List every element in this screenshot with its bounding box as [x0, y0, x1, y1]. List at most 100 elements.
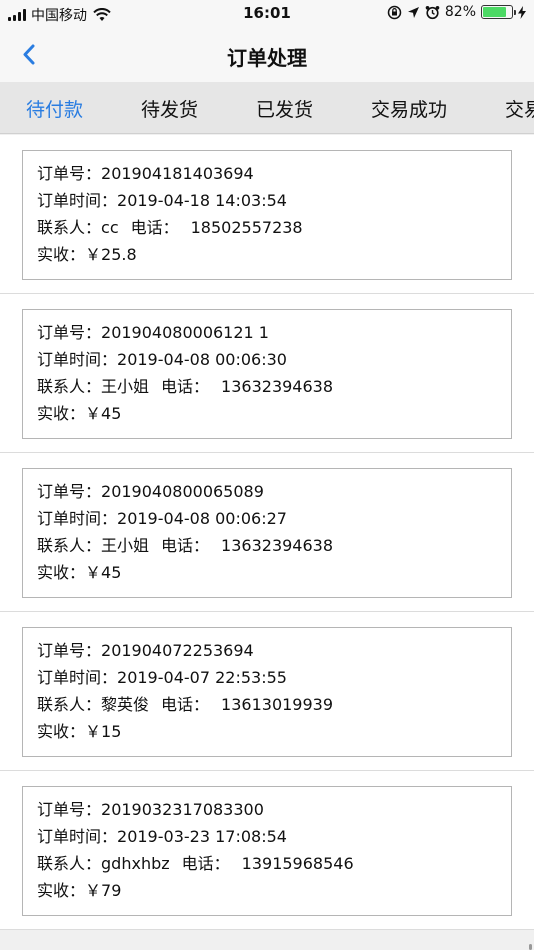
order-number: 2019032317083300 [101, 800, 264, 819]
order-time-label: 订单时间： [37, 191, 118, 210]
contact-label: 联系人： [37, 536, 102, 555]
contact-name: 王小姐 [101, 377, 150, 396]
contact-label: 联系人： [37, 377, 102, 396]
phone-number: 13613019939 [221, 695, 334, 714]
order-time-line: 订单时间：2019-04-08 00:06:30 [37, 346, 511, 373]
received-label: 实收： [37, 563, 86, 582]
nav-bar: 订单处理 [0, 28, 534, 82]
contact-line: 联系人：cc 电话： 18502557238 [37, 214, 511, 241]
contact-line: 联系人：gdhxhbz 电话： 13915968546 [37, 850, 511, 877]
order-number-label: 订单号： [37, 800, 102, 819]
order-number-label: 订单号： [37, 323, 102, 342]
contact-label: 联系人： [37, 218, 102, 237]
order-time-label: 订单时间： [37, 827, 118, 846]
received-line: 实收：￥45 [37, 559, 511, 586]
order-row: 订单号：2019032317083300 订单时间：2019-03-23 17:… [0, 771, 534, 930]
tab-transaction-partial[interactable]: 交易 [505, 95, 534, 122]
contact-name: cc [101, 218, 119, 237]
scroll-indicator[interactable] [529, 944, 532, 950]
order-time-line: 订单时间：2019-04-18 14:03:54 [37, 187, 511, 214]
contact-name: 王小姐 [101, 536, 150, 555]
order-time-label: 订单时间： [37, 509, 118, 528]
order-number-line: 订单号：2019040800065089 [37, 478, 511, 505]
contact-name: gdhxhbz [101, 854, 170, 873]
order-number-line: 订单号：201904072253694 [37, 637, 511, 664]
order-time: 2019-04-08 00:06:27 [117, 509, 287, 528]
received-amount: ￥25.8 [85, 245, 137, 264]
charging-bolt-icon [518, 5, 526, 19]
received-label: 实收： [37, 722, 86, 741]
contact-name: 黎英俊 [101, 695, 150, 714]
order-number: 2019040800065089 [101, 482, 264, 501]
order-number-line: 订单号：2019032317083300 [37, 796, 511, 823]
phone-label: 电话： [161, 377, 210, 396]
order-list: 订单号：201904181403694 订单时间：2019-04-18 14:0… [0, 135, 534, 930]
order-time-line: 订单时间：2019-03-23 17:08:54 [37, 823, 511, 850]
phone-label: 电话： [130, 218, 179, 237]
page-title: 订单处理 [227, 46, 307, 70]
order-row: 订单号：201904072253694 订单时间：2019-04-07 22:5… [0, 612, 534, 771]
order-time-line: 订单时间：2019-04-07 22:53:55 [37, 664, 511, 691]
battery-icon [481, 5, 516, 19]
order-time-line: 订单时间：2019-04-08 00:06:27 [37, 505, 511, 532]
order-card[interactable]: 订单号：2019040800065089 订单时间：2019-04-08 00:… [22, 468, 512, 598]
order-number-line: 订单号：201904181403694 [37, 160, 511, 187]
order-time: 2019-04-18 14:03:54 [117, 191, 287, 210]
received-amount: ￥79 [85, 881, 122, 900]
tab-pending-shipment[interactable]: 待发货 [141, 95, 198, 122]
battery-fill [483, 7, 506, 17]
tab-shipped[interactable]: 已发货 [256, 95, 313, 122]
order-card[interactable]: 订单号：201904080006121 1 订单时间：2019-04-08 00… [22, 309, 512, 439]
phone-label: 电话： [161, 536, 210, 555]
order-number: 201904181403694 [101, 164, 254, 183]
order-time-label: 订单时间： [37, 668, 118, 687]
alarm-icon [425, 5, 440, 19]
phone-number: 18502557238 [190, 218, 303, 237]
status-bar: 中国移动 16:01 82% [0, 0, 534, 28]
back-chevron-icon[interactable] [16, 40, 46, 70]
order-card[interactable]: 订单号：2019032317083300 订单时间：2019-03-23 17:… [22, 786, 512, 916]
contact-line: 联系人：黎英俊 电话： 13613019939 [37, 691, 511, 718]
phone-number: 13632394638 [221, 377, 334, 396]
order-number-label: 订单号： [37, 641, 102, 660]
received-line: 实收：￥45 [37, 400, 511, 427]
tab-completed[interactable]: 交易成功 [371, 95, 447, 122]
received-amount: ￥15 [85, 722, 122, 741]
order-row: 订单号：201904080006121 1 订单时间：2019-04-08 00… [0, 294, 534, 453]
order-row: 订单号：2019040800065089 订单时间：2019-04-08 00:… [0, 453, 534, 612]
contact-label: 联系人： [37, 854, 102, 873]
order-row: 订单号：201904181403694 订单时间：2019-04-18 14:0… [0, 135, 534, 294]
order-card[interactable]: 订单号：201904181403694 订单时间：2019-04-18 14:0… [22, 150, 512, 280]
contact-line: 联系人：王小姐 电话： 13632394638 [37, 373, 511, 400]
received-line: 实收：￥15 [37, 718, 511, 745]
phone-label: 电话： [161, 695, 210, 714]
rotation-lock-icon [387, 5, 402, 19]
received-label: 实收： [37, 881, 86, 900]
received-amount: ￥45 [85, 563, 122, 582]
contact-label: 联系人： [37, 695, 102, 714]
order-card[interactable]: 订单号：201904072253694 订单时间：2019-04-07 22:5… [22, 627, 512, 757]
order-time: 2019-04-08 00:06:30 [117, 350, 287, 369]
contact-line: 联系人：王小姐 电话： 13632394638 [37, 532, 511, 559]
order-status-tabs: 待付款 待发货 已发货 交易成功 交易 [0, 82, 534, 134]
received-line: 实收：￥25.8 [37, 241, 511, 268]
order-time: 2019-03-23 17:08:54 [117, 827, 287, 846]
location-arrow-icon [407, 6, 419, 18]
received-line: 实收：￥79 [37, 877, 511, 904]
tab-pending-payment[interactable]: 待付款 [26, 95, 83, 122]
order-number: 201904080006121 1 [101, 323, 269, 342]
order-time-label: 订单时间： [37, 350, 118, 369]
received-amount: ￥45 [85, 404, 122, 423]
phone-label: 电话： [181, 854, 230, 873]
order-number-line: 订单号：201904080006121 1 [37, 319, 511, 346]
received-label: 实收： [37, 404, 86, 423]
status-right: 82% [387, 4, 526, 20]
order-time: 2019-04-07 22:53:55 [117, 668, 287, 687]
order-number-label: 订单号： [37, 164, 102, 183]
order-number: 201904072253694 [101, 641, 254, 660]
phone-number: 13632394638 [221, 536, 334, 555]
received-label: 实收： [37, 245, 86, 264]
battery-percent: 82% [444, 4, 476, 20]
order-number-label: 订单号： [37, 482, 102, 501]
phone-number: 13915968546 [241, 854, 354, 873]
